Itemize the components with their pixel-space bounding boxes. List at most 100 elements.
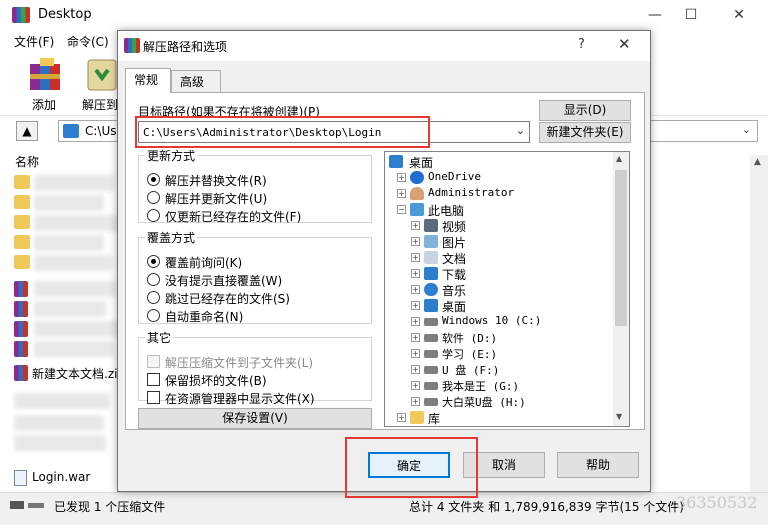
folder-tree[interactable]: 桌面 + OneDrive + Administrator − 此电脑 + 视频 + 图片 + 文档 + 下… (384, 151, 630, 427)
drive-icon (424, 334, 438, 342)
blurred-row (14, 393, 110, 409)
expand-icon[interactable]: + (397, 413, 406, 422)
extract-options-dialog: 解压路径和选项 ? ✕ 常规 高级 目标路径(如果不存在将被创建)(P) ⌄ 显… (117, 30, 651, 492)
new-folder-button[interactable]: 新建文件夹(E) (539, 122, 631, 143)
expand-icon[interactable]: + (411, 221, 420, 230)
tree-node-label: 大白菜U盘 (H:) (442, 396, 526, 409)
column-header-name[interactable]: 名称 (15, 153, 39, 170)
chevron-down-icon[interactable]: ⌄ (742, 123, 751, 136)
overwrite-mode-group: 覆盖方式 覆盖前询问(K) 没有提示直接覆盖(W) 跳过已经存在的文件(S) 自… (138, 229, 372, 324)
tab-general[interactable]: 常规 (125, 68, 171, 93)
expand-icon[interactable]: + (411, 285, 420, 294)
watermark: 36350532 (676, 493, 758, 512)
save-settings-button[interactable]: 保存设置(V) (138, 408, 372, 429)
file-name: Login.war (32, 470, 91, 484)
rar-file-icon (14, 281, 28, 297)
drive-icon (424, 382, 438, 390)
expand-icon[interactable]: + (411, 365, 420, 374)
expand-icon[interactable]: + (411, 237, 420, 246)
video-icon (424, 219, 438, 232)
radio-indicator (147, 209, 160, 222)
scroll-down-icon[interactable]: ▼ (616, 412, 622, 421)
picture-icon (424, 235, 438, 248)
rar-file-icon (14, 321, 28, 337)
tree-node-label: 桌面 (442, 300, 467, 314)
drive-icon (424, 318, 438, 326)
file-name: 新建文本文档.zip (32, 367, 126, 381)
expand-icon[interactable]: + (397, 173, 406, 182)
expand-icon[interactable]: + (411, 253, 420, 262)
main-titlebar: Desktop — ☐ ✕ (0, 0, 768, 30)
blurred-row (34, 281, 116, 297)
add-button[interactable]: 添加 (14, 54, 70, 114)
rar-file-icon (14, 341, 28, 357)
update-mode-title: 更新方式 (147, 149, 196, 163)
file-icon (14, 470, 27, 486)
maximize-icon[interactable]: ☐ (676, 4, 706, 26)
expand-icon[interactable]: + (397, 189, 406, 198)
radio-indicator (147, 309, 160, 322)
status-right-text: 总计 4 文件夹 和 1,789,916,839 字节(15 个文件) (409, 500, 684, 514)
blurred-row (34, 301, 106, 317)
winrar-app-icon (12, 7, 30, 23)
blurred-row (34, 175, 114, 191)
cancel-button[interactable]: 取消 (463, 452, 545, 478)
rar-books-icon (30, 58, 60, 90)
add-button-label: 添加 (31, 98, 56, 112)
expand-icon[interactable]: + (411, 349, 420, 358)
tree-node-label: Administrator (428, 186, 515, 199)
collapse-icon[interactable]: − (397, 205, 406, 214)
expand-icon[interactable]: + (411, 317, 420, 326)
tree-node-label: 软件 (D:) (442, 332, 498, 345)
tree-node-label: U 盘 (F:) (442, 364, 500, 377)
help-button[interactable]: 帮助 (557, 452, 639, 478)
tree-node-label: 学习 (E:) (442, 348, 498, 361)
close-icon[interactable]: ✕ (724, 4, 754, 26)
status-drive-icon (10, 499, 46, 511)
scroll-thumb[interactable] (615, 170, 627, 326)
desktop-icon (424, 299, 438, 312)
checkbox-label: 在资源管理器中显示文件(X) (165, 392, 315, 406)
tab-advanced[interactable]: 高级 (171, 70, 221, 92)
menu-file[interactable]: 文件(F) (14, 33, 54, 50)
destination-path-label: 目标路径(如果不存在将被创建)(P) (138, 105, 320, 119)
radio-indicator (147, 273, 160, 286)
expand-icon[interactable]: + (411, 301, 420, 310)
drive-icon (424, 366, 438, 374)
up-folder-button[interactable]: ▲ (16, 121, 38, 141)
help-icon[interactable]: ? (578, 37, 585, 52)
file-list-scrollbar[interactable]: ▲ (750, 155, 768, 492)
drive-icon (424, 350, 438, 358)
blurred-row (34, 321, 122, 337)
minimize-icon[interactable]: — (640, 4, 670, 26)
scroll-up-icon[interactable]: ▲ (616, 154, 622, 163)
desktop-icon (389, 155, 403, 168)
close-icon[interactable]: ✕ (618, 35, 631, 53)
destination-path-input[interactable] (139, 122, 511, 142)
radio-indicator (147, 191, 160, 204)
tree-node-label: 此电脑 (428, 204, 465, 218)
show-button[interactable]: 显示(D) (539, 100, 631, 121)
chevron-down-icon[interactable]: ⌄ (516, 124, 525, 137)
blurred-row (14, 415, 104, 431)
expand-icon[interactable]: + (411, 269, 420, 278)
blurred-row (34, 341, 114, 357)
folder-tree-scrollbar[interactable]: ▲ ▼ (613, 152, 629, 426)
checkbox-indicator (147, 391, 160, 404)
radio-label: 跳过已经存在的文件(S) (165, 292, 290, 306)
expand-icon[interactable]: + (411, 397, 420, 406)
other-options-group: 其它 解压压缩文件到子文件夹(L) 保留损坏的文件(B) 在资源管理器中显示文件… (138, 329, 372, 406)
destination-path-combo[interactable]: ⌄ (138, 121, 530, 143)
radio-indicator (147, 173, 160, 186)
ok-button[interactable]: 确定 (368, 452, 450, 478)
folder-icon (14, 255, 30, 269)
general-tab-panel: 目标路径(如果不存在将被创建)(P) ⌄ 显示(D) 新建文件夹(E) 更新方式… (125, 92, 645, 430)
blurred-row (34, 255, 112, 271)
menu-command[interactable]: 命令(C) (67, 33, 109, 50)
blurred-row (34, 215, 119, 231)
expand-icon[interactable]: + (411, 333, 420, 342)
blurred-file-entries (14, 171, 124, 491)
checkbox-label: 解压压缩文件到子文件夹(L) (165, 356, 314, 370)
expand-icon[interactable]: + (411, 381, 420, 390)
scroll-up-icon[interactable]: ▲ (754, 157, 761, 167)
